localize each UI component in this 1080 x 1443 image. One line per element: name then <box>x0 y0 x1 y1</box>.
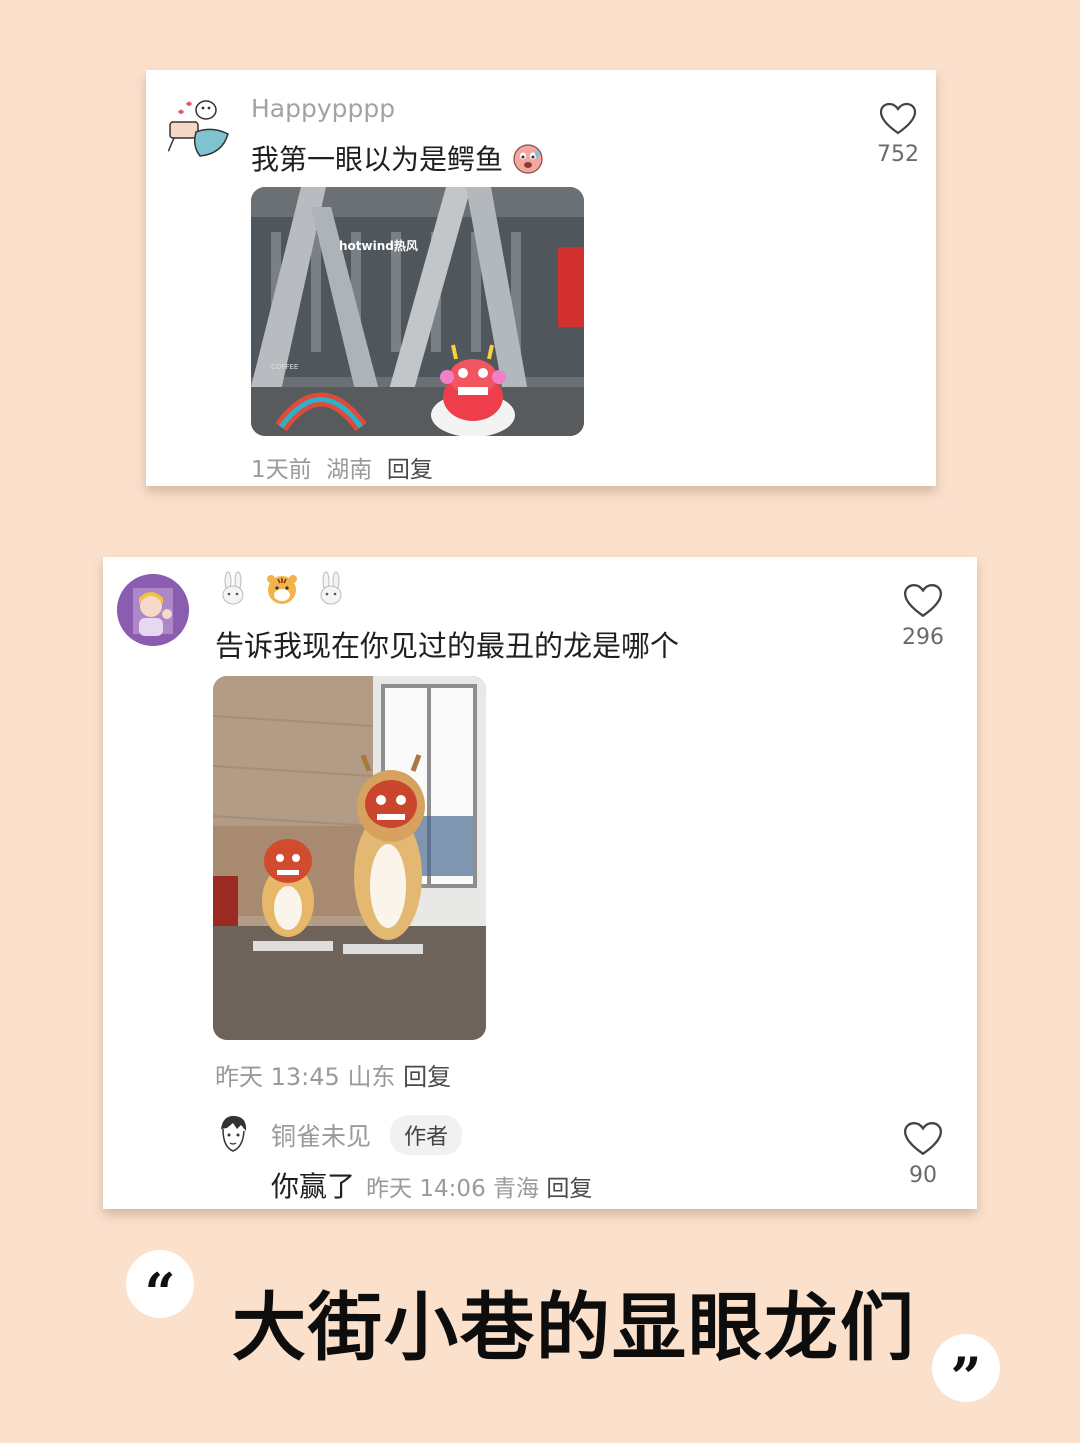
comment-card-2: 告诉我现在你见过的最丑的龙是哪个 昨天 13:45 山东 回复 296 铜雀未见… <box>103 557 977 1209</box>
reply-meta: 昨天 14:06 青海 回复 <box>366 1176 592 1202</box>
like-button[interactable]: 296 <box>893 583 953 650</box>
reply-button[interactable]: 回复 <box>546 1176 592 1202</box>
rabbit-icon <box>313 571 349 607</box>
tearful-face-icon <box>512 143 544 175</box>
rabbit-icon <box>215 571 251 607</box>
comment-text: 告诉我现在你见过的最丑的龙是哪个 <box>215 629 680 663</box>
user-avatar[interactable] <box>162 96 232 166</box>
user-badges <box>215 571 349 611</box>
comment-text-body: 我第一眼以为是鳄鱼 <box>251 143 504 176</box>
comment-text: 我第一眼以为是鳄鱼 <box>251 138 544 178</box>
open-quote-mark: “ <box>126 1250 194 1325</box>
comment-location: 湖南 <box>326 457 373 483</box>
comment-meta: 1天前 湖南 回复 <box>251 450 433 484</box>
reply-username[interactable]: 铜雀未见 <box>271 1122 371 1151</box>
comment-photo-dragon-mall[interactable]: hotwind热风 COFFEE <box>251 187 584 436</box>
reply-avatar[interactable] <box>215 1113 251 1157</box>
reply-line: 你赢了 昨天 14:06 青海 回复 <box>271 1165 592 1205</box>
photo-small-text: COFFEE <box>271 363 299 371</box>
username[interactable]: Happypppp <box>251 94 395 123</box>
photo-sign-text: hotwind热风 <box>339 239 418 253</box>
reply-location: 青海 <box>493 1176 540 1202</box>
close-quote-mark: ” <box>932 1334 1000 1409</box>
comment-time: 昨天 13:45 <box>215 1063 340 1091</box>
reply-button[interactable]: 回复 <box>403 1063 451 1091</box>
like-button[interactable]: 752 <box>868 102 928 167</box>
reply-text: 你赢了 <box>271 1170 356 1203</box>
like-count: 752 <box>877 142 919 167</box>
heart-icon <box>903 584 943 618</box>
author-tag: 作者 <box>390 1115 463 1155</box>
comment-photo-dragon-mascots[interactable] <box>213 676 486 1040</box>
page-headline: 大街小巷的显眼龙们 <box>232 1285 916 1371</box>
comment-time: 1天前 <box>251 457 312 483</box>
heart-icon <box>879 102 917 135</box>
comment-location: 山东 <box>347 1063 396 1091</box>
reply-header: 铜雀未见 作者 <box>271 1115 463 1155</box>
reply-time: 昨天 14:06 <box>366 1176 486 1202</box>
tiger-icon <box>264 571 300 607</box>
reply-like-button[interactable]: 90 <box>893 1121 953 1188</box>
user-avatar[interactable] <box>117 574 189 646</box>
like-count: 90 <box>909 1163 937 1188</box>
heart-icon <box>903 1122 943 1156</box>
comment-meta: 昨天 13:45 山东 回复 <box>215 1057 451 1092</box>
reply-button[interactable]: 回复 <box>387 457 433 483</box>
comment-card-1: Happypppp 我第一眼以为是鳄鱼 hotwind热风 COFFEE 1天前… <box>146 70 936 486</box>
like-count: 296 <box>902 625 944 650</box>
